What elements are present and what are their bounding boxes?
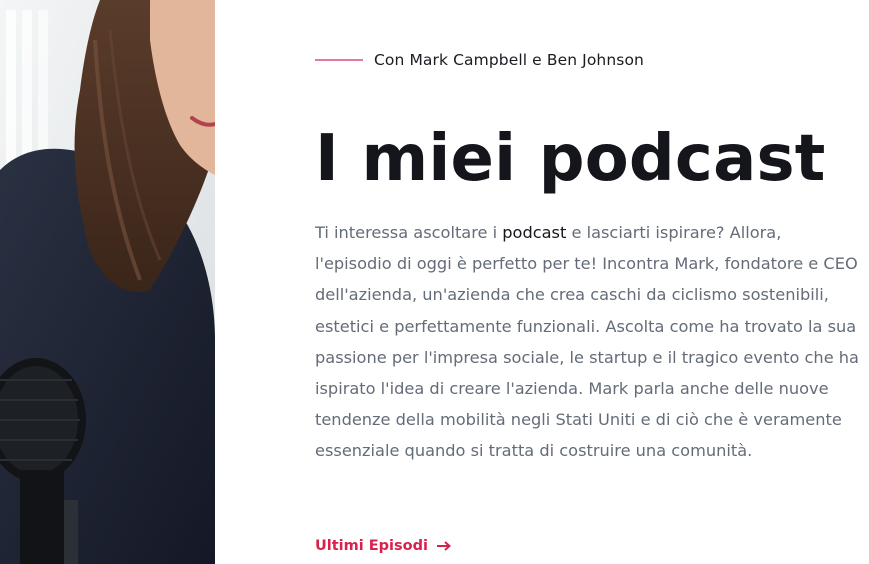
arrow-right-icon [436,536,451,555]
podcast-description: Ti interessa ascoltare i podcast e lasci… [315,217,860,467]
host-photo [0,0,215,564]
hosts-text: Con Mark Campbell e Ben Johnson [374,51,644,69]
latest-episodes-label: Ultimi Episodi [315,537,428,554]
description-text-start: Ti interessa ascoltare i [315,223,503,242]
page-title: I miei podcast [315,122,826,196]
podcast-intro: Con Mark Campbell e Ben Johnson I miei p… [315,0,860,564]
podcast-page: Con Mark Campbell e Ben Johnson I miei p… [0,0,869,564]
hosts-line: Con Mark Campbell e Ben Johnson [315,51,644,69]
description-text-end: e lasciarti ispirare? Allora, l'episodio… [315,223,859,461]
description-highlight: podcast [502,223,567,242]
latest-episodes-link[interactable]: Ultimi Episodi [315,536,451,555]
accent-line-divider [315,59,363,61]
